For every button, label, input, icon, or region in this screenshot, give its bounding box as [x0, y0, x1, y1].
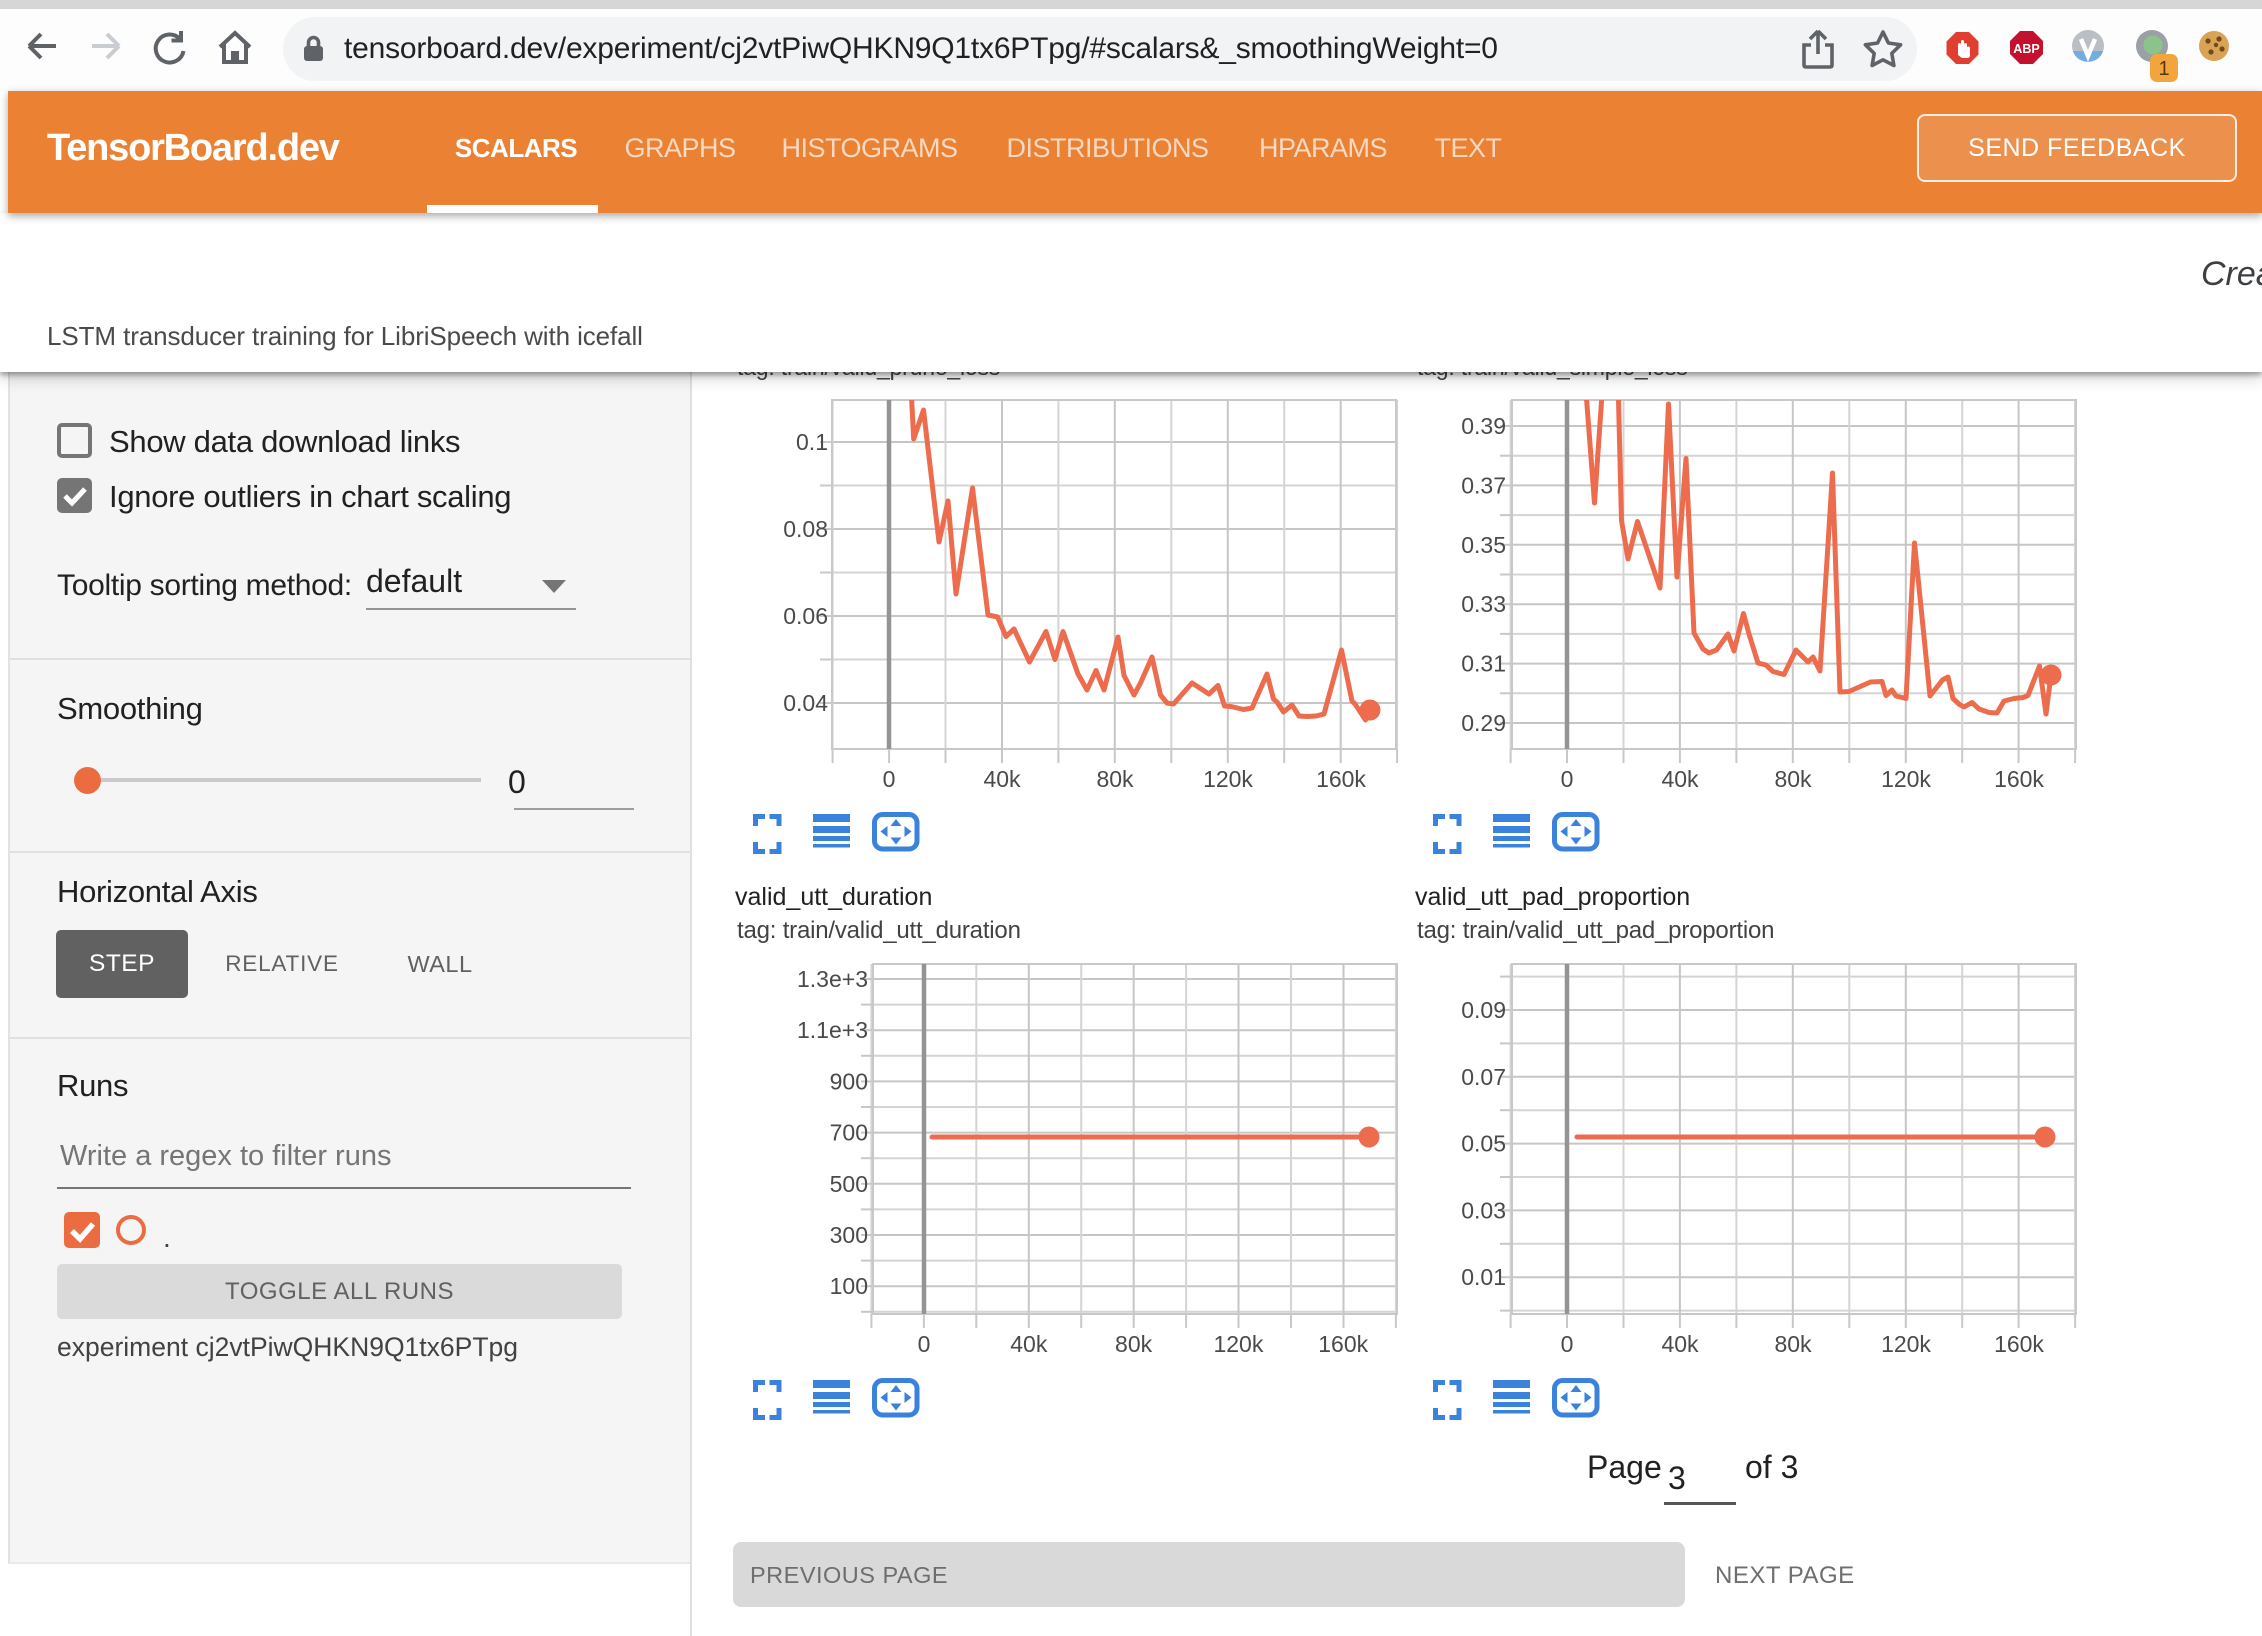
svg-text:0.39: 0.39 — [1461, 413, 1506, 439]
svg-text:0.07: 0.07 — [1461, 1064, 1506, 1090]
svg-text:40k: 40k — [983, 766, 1021, 792]
svg-text:0.09: 0.09 — [1461, 997, 1506, 1023]
svg-text:300: 300 — [830, 1222, 868, 1248]
svg-text:160k: 160k — [1994, 766, 2044, 792]
svg-text:40k: 40k — [1661, 1331, 1699, 1357]
svg-text:0.08: 0.08 — [783, 516, 828, 542]
svg-text:80k: 80k — [1096, 766, 1134, 792]
svg-text:0.1: 0.1 — [796, 429, 828, 455]
svg-text:ABP: ABP — [2013, 42, 2039, 56]
svg-text:0.35: 0.35 — [1461, 532, 1506, 558]
svg-text:1: 1 — [2158, 58, 2169, 80]
svg-text:80k: 80k — [1774, 1331, 1812, 1357]
svg-text:160k: 160k — [1994, 1331, 2044, 1357]
svg-text:0: 0 — [1561, 766, 1574, 792]
svg-text:0.06: 0.06 — [783, 603, 828, 629]
svg-text:120k: 120k — [1203, 766, 1253, 792]
svg-text:0.05: 0.05 — [1461, 1131, 1506, 1157]
svg-text:0.33: 0.33 — [1461, 591, 1506, 617]
svg-text:700: 700 — [830, 1120, 868, 1146]
svg-text:40k: 40k — [1010, 1331, 1048, 1357]
svg-text:80k: 80k — [1115, 1331, 1153, 1357]
svg-text:120k: 120k — [1881, 766, 1931, 792]
svg-text:0: 0 — [918, 1331, 931, 1357]
svg-text:900: 900 — [830, 1068, 868, 1094]
svg-text:1.1e+3: 1.1e+3 — [797, 1017, 868, 1043]
svg-text:0.04: 0.04 — [783, 690, 828, 716]
svg-text:1.3e+3: 1.3e+3 — [797, 966, 868, 992]
svg-text:160k: 160k — [1318, 1331, 1368, 1357]
svg-text:0.29: 0.29 — [1461, 710, 1506, 736]
svg-text:0: 0 — [883, 766, 896, 792]
svg-text:0.01: 0.01 — [1461, 1264, 1506, 1290]
svg-text:0.03: 0.03 — [1461, 1197, 1506, 1223]
svg-text:120k: 120k — [1213, 1331, 1263, 1357]
svg-text:160k: 160k — [1316, 766, 1366, 792]
svg-text:0: 0 — [1561, 1331, 1574, 1357]
svg-text:0.31: 0.31 — [1461, 651, 1506, 677]
svg-text:100: 100 — [830, 1273, 868, 1299]
svg-text:40k: 40k — [1661, 766, 1699, 792]
svg-text:120k: 120k — [1881, 1331, 1931, 1357]
svg-text:80k: 80k — [1774, 766, 1812, 792]
svg-text:0.37: 0.37 — [1461, 472, 1506, 498]
svg-text:500: 500 — [830, 1171, 868, 1197]
